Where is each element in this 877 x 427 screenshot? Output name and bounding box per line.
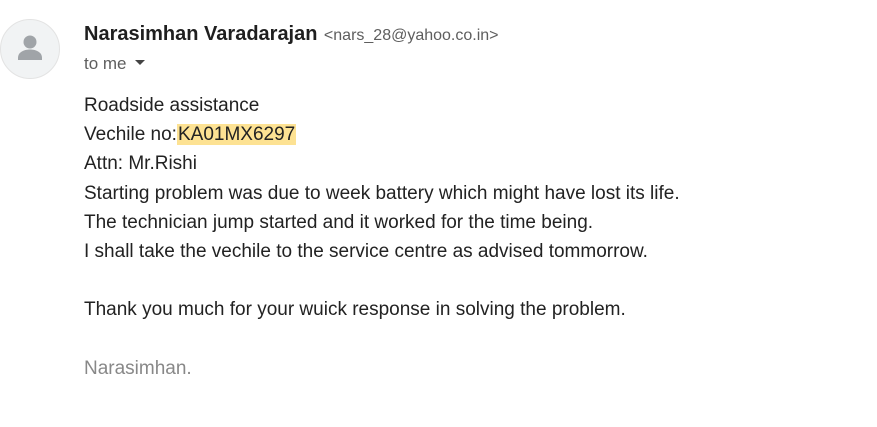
signature: Narasimhan.: [84, 357, 192, 379]
body-line-service: I shall take the vechile to the service …: [84, 240, 648, 262]
vehicle-number-highlight: KA01MX6297: [176, 124, 297, 146]
body-blank-line: [84, 266, 864, 295]
body-line-vehicle: Vechile no:KA01MX6297: [84, 120, 864, 149]
body-line-technician: The technician jump started and it worke…: [84, 211, 594, 233]
recipient-label: to me: [84, 54, 127, 73]
sender-line: Narasimhan Varadarajan <nars_28@yahoo.co…: [84, 21, 499, 49]
sender-name[interactable]: Narasimhan Varadarajan: [84, 23, 317, 45]
sender-avatar[interactable]: [0, 19, 60, 79]
message-body: Roadside assistance Vechile no:KA01MX629…: [84, 91, 864, 383]
default-person-avatar-icon: [18, 35, 42, 60]
vehicle-label: Vechile no:: [84, 124, 177, 146]
body-blank-line: [84, 325, 864, 354]
body-line-subject: Roadside assistance: [84, 95, 260, 116]
caret-down-icon[interactable]: [134, 60, 145, 66]
sender-email[interactable]: <nars_28@yahoo.co.in>: [324, 27, 499, 44]
body-line-attn: Attn: Mr.Rishi: [84, 153, 197, 175]
body-line-problem: Starting problem was due to week battery…: [84, 182, 680, 204]
recipient-details-toggle[interactable]: to me: [84, 52, 145, 76]
body-line-thanks: Thank you much for your wuick response i…: [84, 299, 626, 321]
